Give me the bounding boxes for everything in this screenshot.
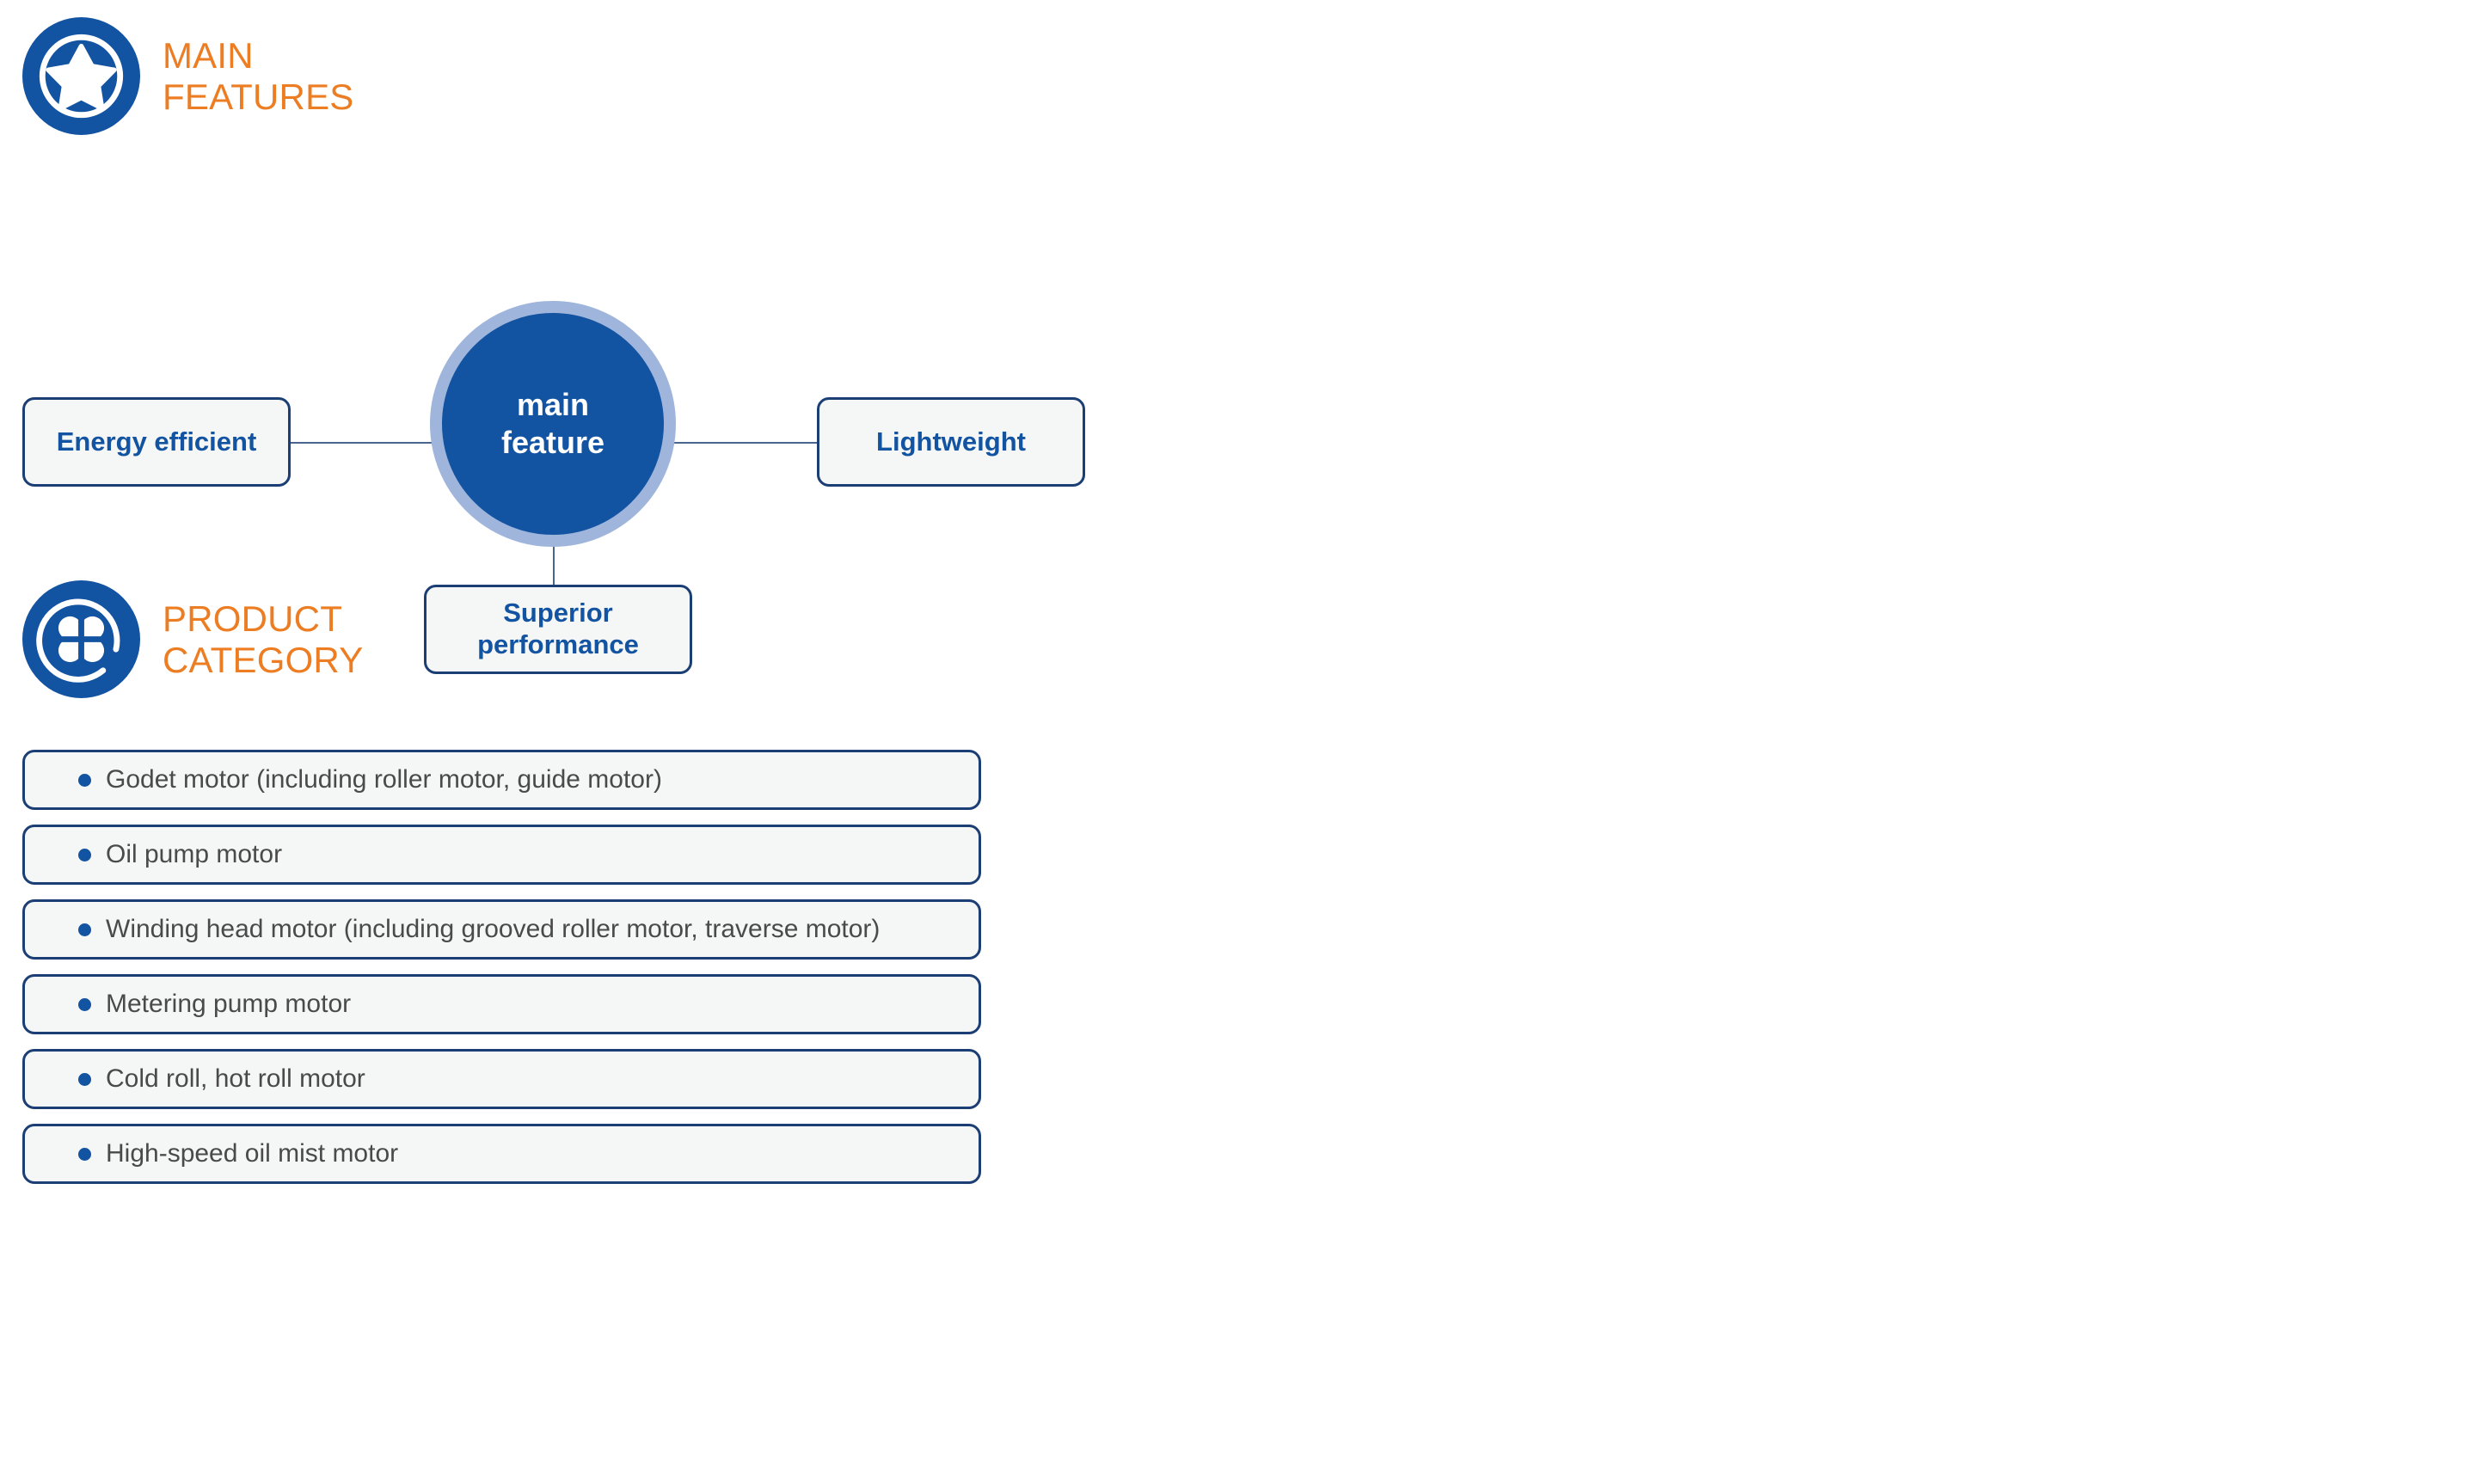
list-item[interactable]: Winding head motor (including grooved ro…	[22, 899, 981, 960]
star-in-circle-icon	[22, 17, 140, 135]
list-item[interactable]: Godet motor (including roller motor, gui…	[22, 750, 981, 810]
list-item[interactable]: Metering pump motor	[22, 974, 981, 1034]
mindmap-node-superior-performance[interactable]: Superior performance	[424, 585, 692, 674]
mindmap-node-lightweight[interactable]: Lightweight	[817, 397, 1085, 487]
product-category-title: PRODUCT CATEGORY	[163, 598, 364, 680]
bullet-icon	[78, 1147, 91, 1161]
connector-line-left	[291, 442, 445, 444]
main-features-section-heading: MAIN FEATURES	[22, 17, 354, 135]
list-item-label: Winding head motor (including grooved ro…	[106, 915, 881, 943]
product-category-section-heading: PRODUCT CATEGORY	[22, 580, 363, 698]
clover-in-circle-icon	[22, 580, 140, 698]
product-category-list: Godet motor (including roller motor, gui…	[22, 750, 981, 1184]
list-item-label: High-speed oil mist motor	[106, 1139, 399, 1168]
mindmap-center-node-main-feature[interactable]: main feature	[430, 301, 676, 547]
list-item[interactable]: High-speed oil mist motor	[22, 1124, 981, 1184]
bullet-icon	[78, 848, 91, 862]
list-item[interactable]: Oil pump motor	[22, 825, 981, 885]
list-item-label: Godet motor (including roller motor, gui…	[106, 765, 662, 794]
list-item-label: Cold roll, hot roll motor	[106, 1064, 365, 1093]
connector-line-right	[662, 442, 817, 444]
main-features-title: MAIN FEATURES	[163, 35, 354, 117]
bullet-icon	[78, 997, 91, 1011]
bullet-icon	[78, 1072, 91, 1086]
list-item-label: Oil pump motor	[106, 840, 283, 868]
mindmap-node-energy-efficient[interactable]: Energy efficient	[22, 397, 291, 487]
bullet-icon	[78, 923, 91, 936]
list-item[interactable]: Cold roll, hot roll motor	[22, 1049, 981, 1109]
main-feature-mindmap: Energy efficient main feature Lightweigh…	[0, 146, 1118, 674]
bullet-icon	[78, 773, 91, 787]
list-item-label: Metering pump motor	[106, 990, 352, 1018]
